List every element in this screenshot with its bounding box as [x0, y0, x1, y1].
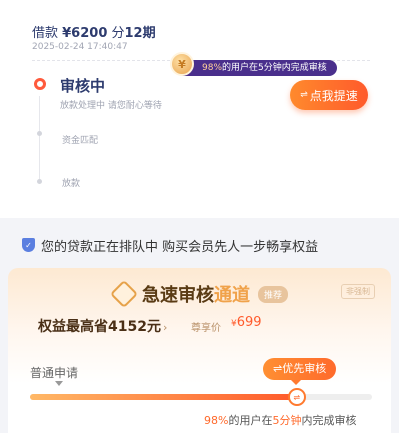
optional-badge: 非强制: [341, 284, 375, 299]
loan-status-card: 借款 ¥6200 分12期 2025-02-24 17:40:47 98%的用户…: [0, 0, 399, 218]
status-title: 审核中: [60, 77, 106, 95]
price: ¥699: [231, 315, 262, 330]
step-dot: [37, 131, 42, 136]
note-percent: 98%: [204, 414, 229, 427]
tip-text-b: 内完成审核: [281, 63, 327, 73]
tip-percent: 98%: [202, 63, 223, 73]
note-minutes: 5分钟: [272, 414, 302, 427]
price-label: 尊享价: [191, 323, 221, 334]
note-b: 内完成审核: [301, 414, 357, 427]
step-disbursement: 放款: [62, 179, 81, 189]
panel-title-main: 急速审核: [142, 285, 214, 306]
queue-text: 您的贷款正在排队中 购买会员先人一步畅享权益: [41, 239, 319, 255]
step-connector: [39, 96, 40, 182]
price-value: 699: [236, 315, 262, 330]
step-fund-matching: 资金匹配: [62, 136, 99, 146]
coin-icon: ¥: [170, 52, 194, 76]
triangle-down-icon: [55, 381, 63, 386]
loan-prefix: 借款: [32, 26, 63, 41]
step-dot: [37, 179, 42, 184]
shield-icon: ✓: [22, 238, 35, 252]
panel-title-accent: 通道: [214, 285, 250, 306]
loan-summary: 借款 ¥6200 分12期: [32, 22, 156, 41]
swap-icon: ⇌: [300, 90, 308, 100]
bottom-note: 98%的用户在5分钟内完成审核: [204, 412, 356, 428]
speed-tip-banner: 98%的用户在5分钟内完成审核: [176, 60, 337, 76]
status-ring-icon: [34, 78, 46, 90]
fast-review-panel[interactable]: 急速审核 通道 推荐 非强制 权益最高省4152元 › 尊享价 ¥699 普通申请…: [8, 268, 391, 433]
status-subtitle: 放款处理中 请您耐心等待: [60, 101, 162, 111]
benefit-text: 权益最高省4152元: [38, 319, 161, 335]
note-a: 的用户在: [228, 414, 273, 427]
normal-apply-label: 普通申请: [30, 366, 79, 380]
loan-timestamp: 2025-02-24 17:40:47: [32, 42, 128, 52]
tip-minutes: 5分钟: [258, 63, 282, 73]
progress-knob: ⇌: [287, 388, 306, 406]
benefit-link[interactable]: 权益最高省4152元 ›: [38, 316, 167, 336]
progress-track: ⇌: [30, 388, 372, 406]
panel-title: 急速审核 通道 推荐: [109, 279, 289, 309]
queue-notice: ✓ 您的贷款正在排队中 购买会员先人一步畅享权益: [0, 230, 399, 260]
chevron-right-icon: ›: [162, 321, 168, 334]
progress-fill: [30, 394, 297, 400]
loan-mid: 分: [107, 26, 125, 41]
speed-up-label: 点我提速: [309, 88, 358, 103]
diamond-icon: [109, 279, 139, 309]
loan-term: 12期: [124, 26, 156, 41]
loan-amount: ¥6200: [62, 26, 108, 41]
priority-review-button[interactable]: ⇌优先审核: [263, 358, 337, 385]
recommend-badge: 推荐: [258, 285, 289, 303]
tip-text-a: 的用户在: [222, 63, 259, 73]
speed-up-button[interactable]: ⇌ 点我提速: [290, 80, 368, 110]
